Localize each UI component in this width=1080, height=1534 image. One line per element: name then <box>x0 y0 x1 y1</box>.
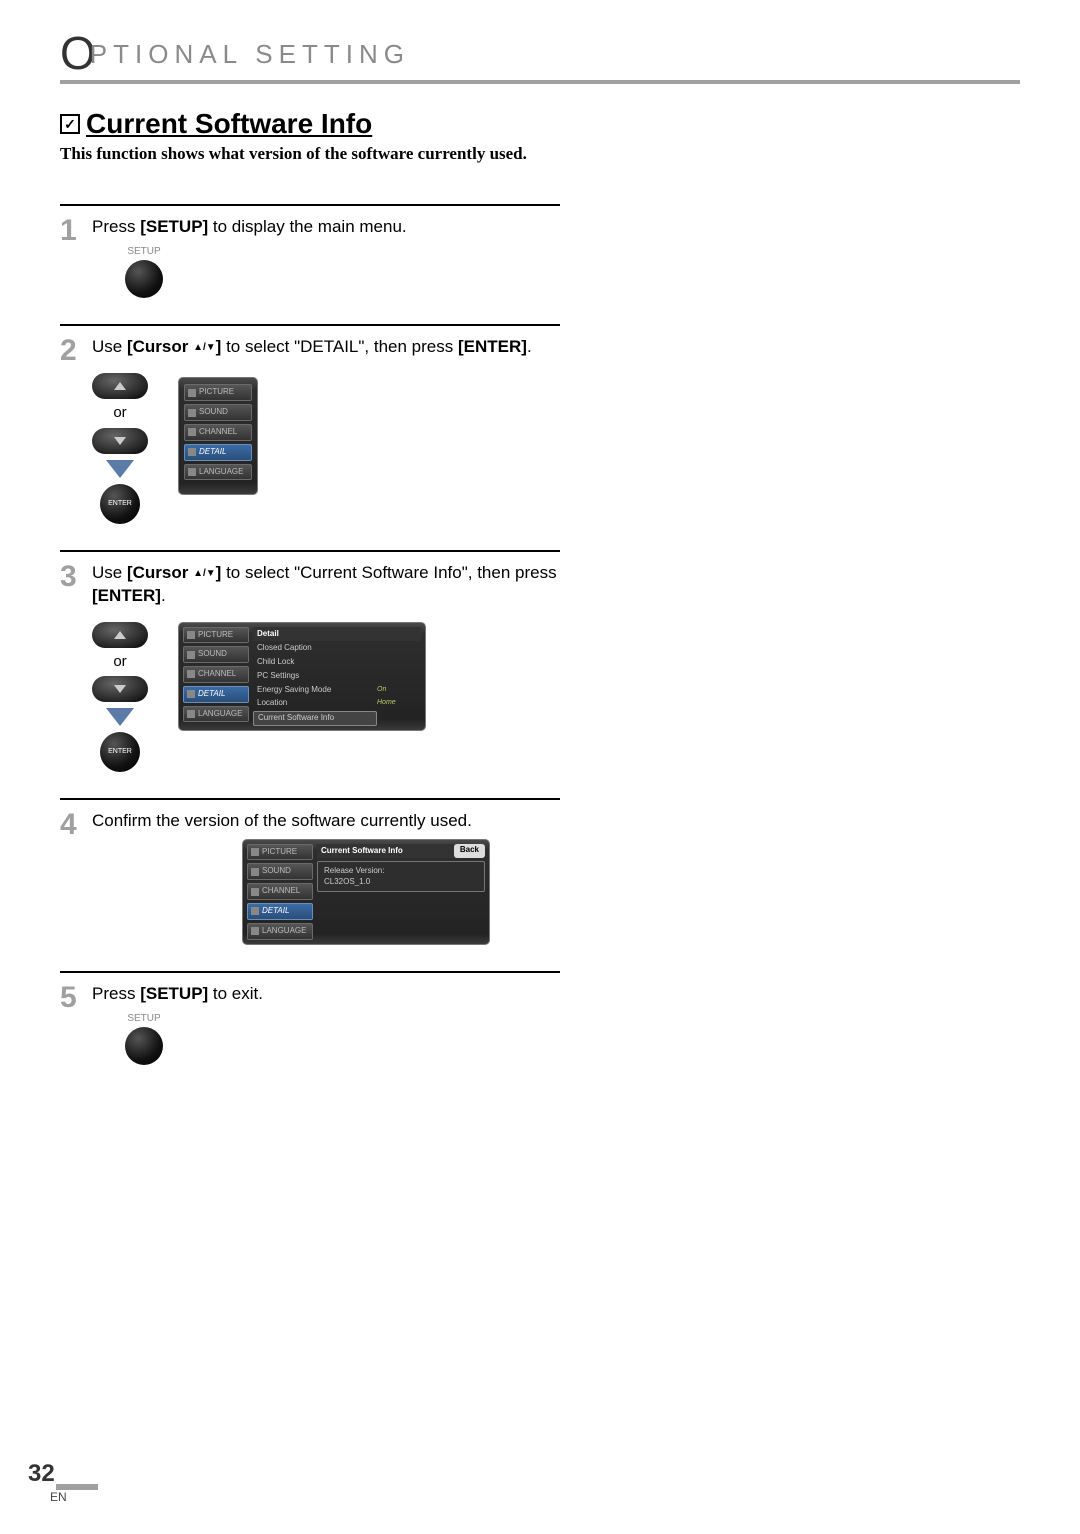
step-number: 2 <box>60 336 82 523</box>
setup-button-icon <box>125 260 163 298</box>
cursor-up-icon <box>92 373 148 399</box>
checkbox-icon: ✓ <box>60 114 80 134</box>
cursor-controls: or ENTER <box>92 622 148 772</box>
step2-post: . <box>527 337 532 356</box>
cursor-controls: or ENTER <box>92 373 148 523</box>
step3-post: . <box>161 586 166 605</box>
menu-item-detail: DETAIL <box>184 444 252 461</box>
up-down-arrows-icon: ▲/▼ <box>193 567 216 578</box>
setup-label: SETUP <box>122 245 166 259</box>
tv-main-menu: PICTURE SOUND CHANNEL DETAIL LANGUAGE <box>178 377 258 495</box>
blue-down-arrow-icon <box>106 460 134 478</box>
side-detail: DETAIL <box>183 686 249 703</box>
step3-b1: [Cursor <box>127 563 193 582</box>
release-version-box: Release Version: CL32OS_1.0 <box>317 861 485 892</box>
side-language: LANGUAGE <box>247 923 313 940</box>
blue-down-arrow-icon <box>106 708 134 726</box>
step2-pre: Use <box>92 337 127 356</box>
back-button: Back <box>454 844 485 859</box>
step3-b2: [ENTER] <box>92 586 161 605</box>
page-lang: EN <box>28 1490 98 1504</box>
tv-software-info: PICTURE SOUND CHANNEL DETAIL LANGUAGE Cu… <box>242 839 490 945</box>
step5-bold: [SETUP] <box>140 984 208 1003</box>
section-title: Current Software Info <box>86 108 372 140</box>
step-body: Use [Cursor ▲/▼] to select "Current Soft… <box>92 562 560 772</box>
step-number: 3 <box>60 562 82 772</box>
step-1: 1 Press [SETUP] to display the main menu… <box>60 204 560 324</box>
cursor-up-icon <box>92 622 148 648</box>
section-title-row: ✓ Current Software Info <box>60 108 1020 140</box>
step4-text: Confirm the version of the software curr… <box>92 811 472 830</box>
tv-detail-menu: PICTURE SOUND CHANNEL DETAIL LANGUAGE De… <box>178 622 426 732</box>
step3-mid: to select "Current Software Info", then … <box>221 563 556 582</box>
row-current-software: Current Software Info <box>253 711 421 726</box>
step-body: Confirm the version of the software curr… <box>92 810 560 945</box>
step1-pre: Press <box>92 217 140 236</box>
step2-b2: [ENTER] <box>458 337 527 356</box>
setup-label: SETUP <box>122 1012 166 1026</box>
side-picture: PICTURE <box>247 844 313 861</box>
step-body: Press [SETUP] to exit. SETUP <box>92 983 560 1065</box>
enter-button-icon: ENTER <box>100 484 140 524</box>
step5-post: to exit. <box>208 984 263 1003</box>
chapter-title: PTIONAL SETTING <box>90 39 410 70</box>
step3-pre: Use <box>92 563 127 582</box>
enter-button-icon: ENTER <box>100 732 140 772</box>
menu-item-language: LANGUAGE <box>184 464 252 481</box>
step-body: Press [SETUP] to display the main menu. … <box>92 216 560 298</box>
step5-pre: Press <box>92 984 140 1003</box>
step2-b1: [Cursor <box>127 337 193 356</box>
side-detail: DETAIL <box>247 903 313 920</box>
side-picture: PICTURE <box>183 627 249 644</box>
steps-list: 1 Press [SETUP] to display the main menu… <box>60 204 560 1091</box>
cursor-down-icon <box>92 428 148 454</box>
step1-bold: [SETUP] <box>140 217 208 236</box>
step-5: 5 Press [SETUP] to exit. SETUP <box>60 971 560 1091</box>
release-value: CL32OS_1.0 <box>324 877 478 887</box>
setup-button-graphic: SETUP <box>92 1012 560 1066</box>
header-underline <box>60 80 1020 84</box>
step-body: Use [Cursor ▲/▼] to select "DETAIL", the… <box>92 336 560 523</box>
up-down-arrows-icon: ▲/▼ <box>193 342 216 353</box>
menu-item-channel: CHANNEL <box>184 424 252 441</box>
step-2: 2 Use [Cursor ▲/▼] to select "DETAIL", t… <box>60 324 560 549</box>
row-location: LocationHome <box>253 697 421 710</box>
detail-head: Detail <box>253 627 421 642</box>
page-footer: 32 EN <box>28 1460 98 1504</box>
side-language: LANGUAGE <box>183 706 249 723</box>
step-3: 3 Use [Cursor ▲/▼] to select "Current So… <box>60 550 560 798</box>
step2-mid: to select "DETAIL", then press <box>221 337 458 356</box>
section-subtitle: This function shows what version of the … <box>60 144 1020 164</box>
setup-button-icon <box>125 1027 163 1065</box>
or-text: or <box>113 403 126 423</box>
step-number: 1 <box>60 216 82 298</box>
step-4: 4 Confirm the version of the software cu… <box>60 798 560 971</box>
software-head: Current Software Info <box>317 844 454 859</box>
setup-button-graphic: SETUP <box>92 245 560 299</box>
row-closed-caption: Closed Caption <box>253 642 421 655</box>
side-channel: CHANNEL <box>183 666 249 683</box>
side-channel: CHANNEL <box>247 883 313 900</box>
or-text: or <box>113 652 126 672</box>
menu-item-picture: PICTURE <box>184 384 252 401</box>
cursor-down-icon <box>92 676 148 702</box>
release-label: Release Version: <box>324 866 478 876</box>
step1-post: to display the main menu. <box>208 217 406 236</box>
chapter-header: O PTIONAL SETTING <box>60 30 1020 76</box>
menu-item-sound: SOUND <box>184 404 252 421</box>
step-number: 5 <box>60 983 82 1065</box>
step-number: 4 <box>60 810 82 945</box>
side-sound: SOUND <box>183 646 249 663</box>
side-sound: SOUND <box>247 863 313 880</box>
row-pc-settings: PC Settings <box>253 670 421 683</box>
row-energy-saving: Energy Saving ModeOn <box>253 684 421 697</box>
row-child-lock: Child Lock <box>253 656 421 669</box>
